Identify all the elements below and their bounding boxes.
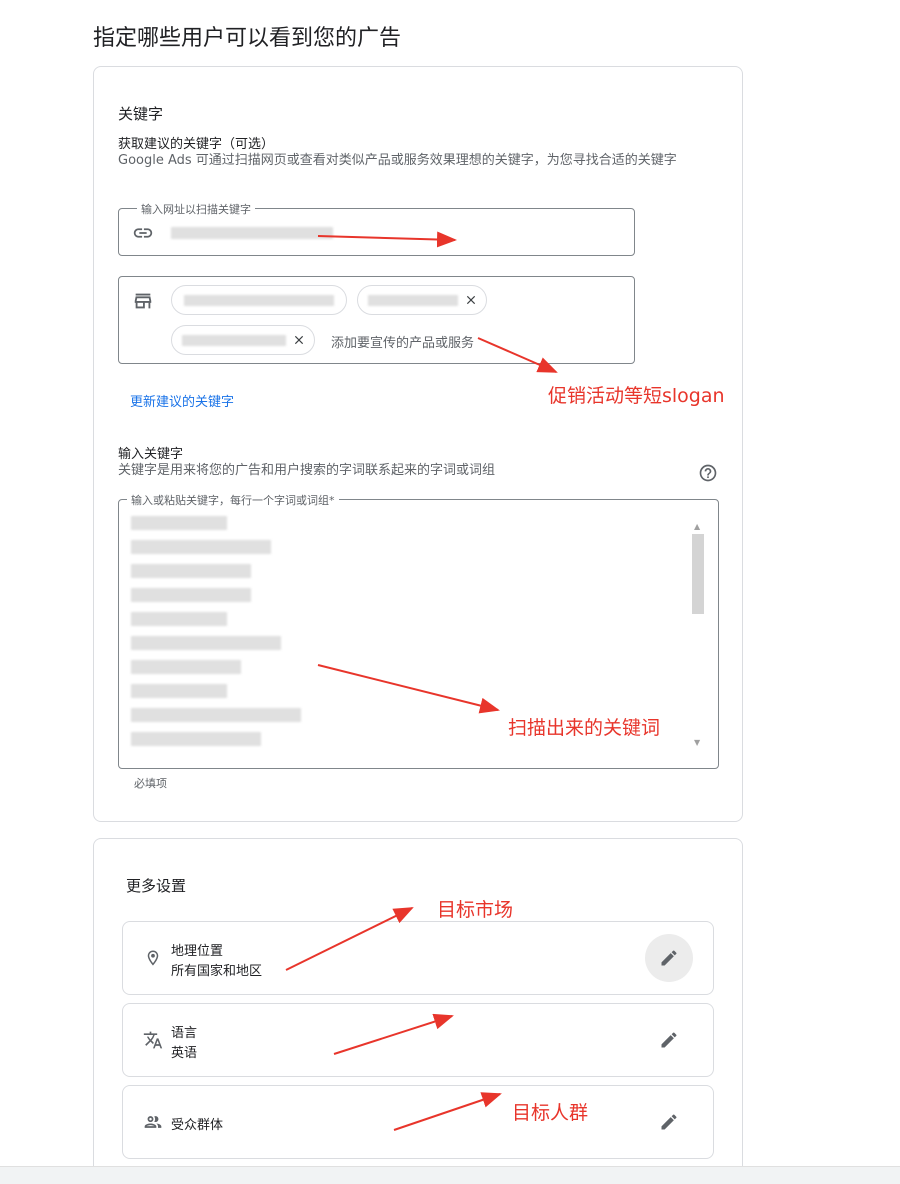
annotation-scanned-keywords: 扫描出来的关键词 (508, 717, 661, 739)
arrow-audience (393, 1092, 502, 1131)
annotation-target-market: 目标市场 (437, 899, 514, 921)
arrow-language (333, 1013, 454, 1055)
arrow-scanned (317, 664, 500, 714)
annotation-slogan: 促销活动等短slogan (548, 385, 725, 407)
arrow-url (317, 231, 457, 248)
annotation-target-audience: 目标人群 (512, 1102, 589, 1124)
arrow-slogan (477, 337, 558, 373)
annotation-arrows (285, 231, 558, 1131)
arrow-market (285, 907, 414, 971)
